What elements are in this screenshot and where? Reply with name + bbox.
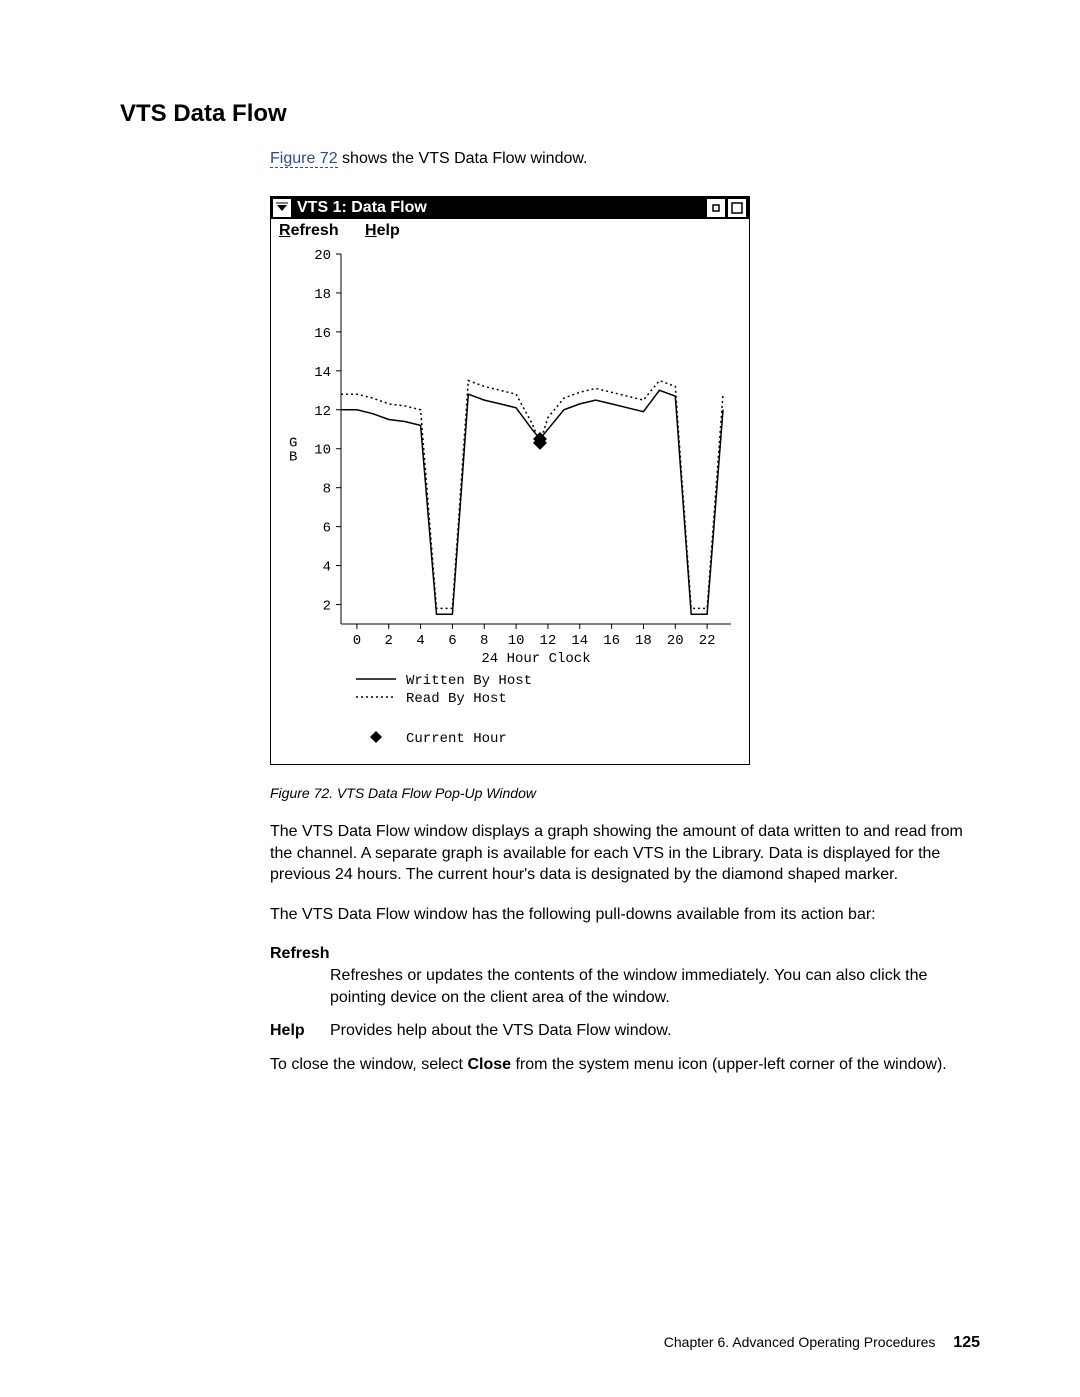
svg-text:6: 6 xyxy=(448,633,456,649)
definition-help-text: Provides help about the VTS Data Flow wi… xyxy=(330,1020,672,1042)
svg-text:4: 4 xyxy=(416,633,424,649)
svg-text:12: 12 xyxy=(540,633,557,649)
close-text-c: from the system menu icon (upper-left co… xyxy=(511,1056,947,1073)
svg-text:4: 4 xyxy=(323,560,331,576)
svg-text:2: 2 xyxy=(323,599,331,615)
vts-dataflow-popup: VTS 1: Data Flow Refresh Help 2 4 6 8 10 12 14… xyxy=(270,196,750,765)
menu-help-rest: elp xyxy=(377,222,400,239)
svg-text:18: 18 xyxy=(635,633,652,649)
svg-text:14: 14 xyxy=(571,633,588,649)
chart-area[interactable]: 2468101214161820GB024681012141618202224 … xyxy=(271,244,749,764)
definition-refresh: Refresh Refreshes or updates the content… xyxy=(270,943,970,1008)
close-text-bold: Close xyxy=(467,1056,511,1073)
svg-text:16: 16 xyxy=(603,633,620,649)
section-heading: VTS Data Flow xyxy=(120,100,980,128)
system-menu-icon[interactable] xyxy=(273,199,291,217)
menu-help[interactable]: Help xyxy=(365,222,400,239)
svg-text:6: 6 xyxy=(323,521,331,537)
menu-refresh[interactable]: Refresh xyxy=(279,222,339,239)
definition-refresh-text: Refreshes or updates the contents of the… xyxy=(330,965,970,1008)
intro-paragraph: Figure 72 shows the VTS Data Flow window… xyxy=(270,150,980,168)
paragraph-pulldowns-intro: The VTS Data Flow window has the followi… xyxy=(270,904,970,926)
restore-icon[interactable] xyxy=(707,199,725,217)
maximize-icon[interactable] xyxy=(728,199,746,217)
definition-help: Help Provides help about the VTS Data Fl… xyxy=(270,1020,970,1042)
paragraph-description: The VTS Data Flow window displays a grap… xyxy=(270,821,970,886)
svg-text:24 Hour Clock: 24 Hour Clock xyxy=(481,651,590,667)
svg-text:10: 10 xyxy=(314,443,331,459)
svg-text:14: 14 xyxy=(314,365,331,381)
window-title: VTS 1: Data Flow xyxy=(297,199,707,217)
svg-text:20: 20 xyxy=(314,248,331,264)
figure-reference-link[interactable]: Figure 72 xyxy=(270,150,338,168)
paragraph-close-instruction: To close the window, select Close from t… xyxy=(270,1054,970,1076)
footer-page-number: 125 xyxy=(953,1334,980,1351)
svg-text:20: 20 xyxy=(667,633,684,649)
figure-caption: Figure 72. VTS Data Flow Pop-Up Window xyxy=(270,785,980,801)
svg-text:8: 8 xyxy=(323,482,331,498)
svg-text:8: 8 xyxy=(480,633,488,649)
svg-text:18: 18 xyxy=(314,287,331,303)
menu-refresh-rest: efresh xyxy=(291,222,339,239)
svg-text:Current Hour: Current Hour xyxy=(406,731,507,747)
definition-help-label: Help xyxy=(270,1020,330,1042)
svg-text:B: B xyxy=(289,450,297,466)
definition-refresh-label: Refresh xyxy=(270,943,970,965)
footer-chapter: Chapter 6. Advanced Operating Procedures xyxy=(664,1334,936,1350)
svg-text:22: 22 xyxy=(699,633,716,649)
window-titlebar: VTS 1: Data Flow xyxy=(271,197,749,219)
svg-text:12: 12 xyxy=(314,404,331,420)
menu-bar: Refresh Help xyxy=(271,219,749,244)
page-footer: Chapter 6. Advanced Operating Procedures… xyxy=(664,1334,980,1352)
svg-text:Written By Host: Written By Host xyxy=(406,673,532,689)
intro-text: shows the VTS Data Flow window. xyxy=(338,150,588,167)
close-text-a: To close the window, select xyxy=(270,1056,467,1073)
svg-text:2: 2 xyxy=(385,633,393,649)
svg-text:0: 0 xyxy=(353,633,361,649)
document-page: VTS Data Flow Figure 72 shows the VTS Da… xyxy=(0,0,1080,1397)
svg-text:16: 16 xyxy=(314,326,331,342)
svg-text:Read By Host: Read By Host xyxy=(406,691,507,707)
svg-text:10: 10 xyxy=(508,633,525,649)
